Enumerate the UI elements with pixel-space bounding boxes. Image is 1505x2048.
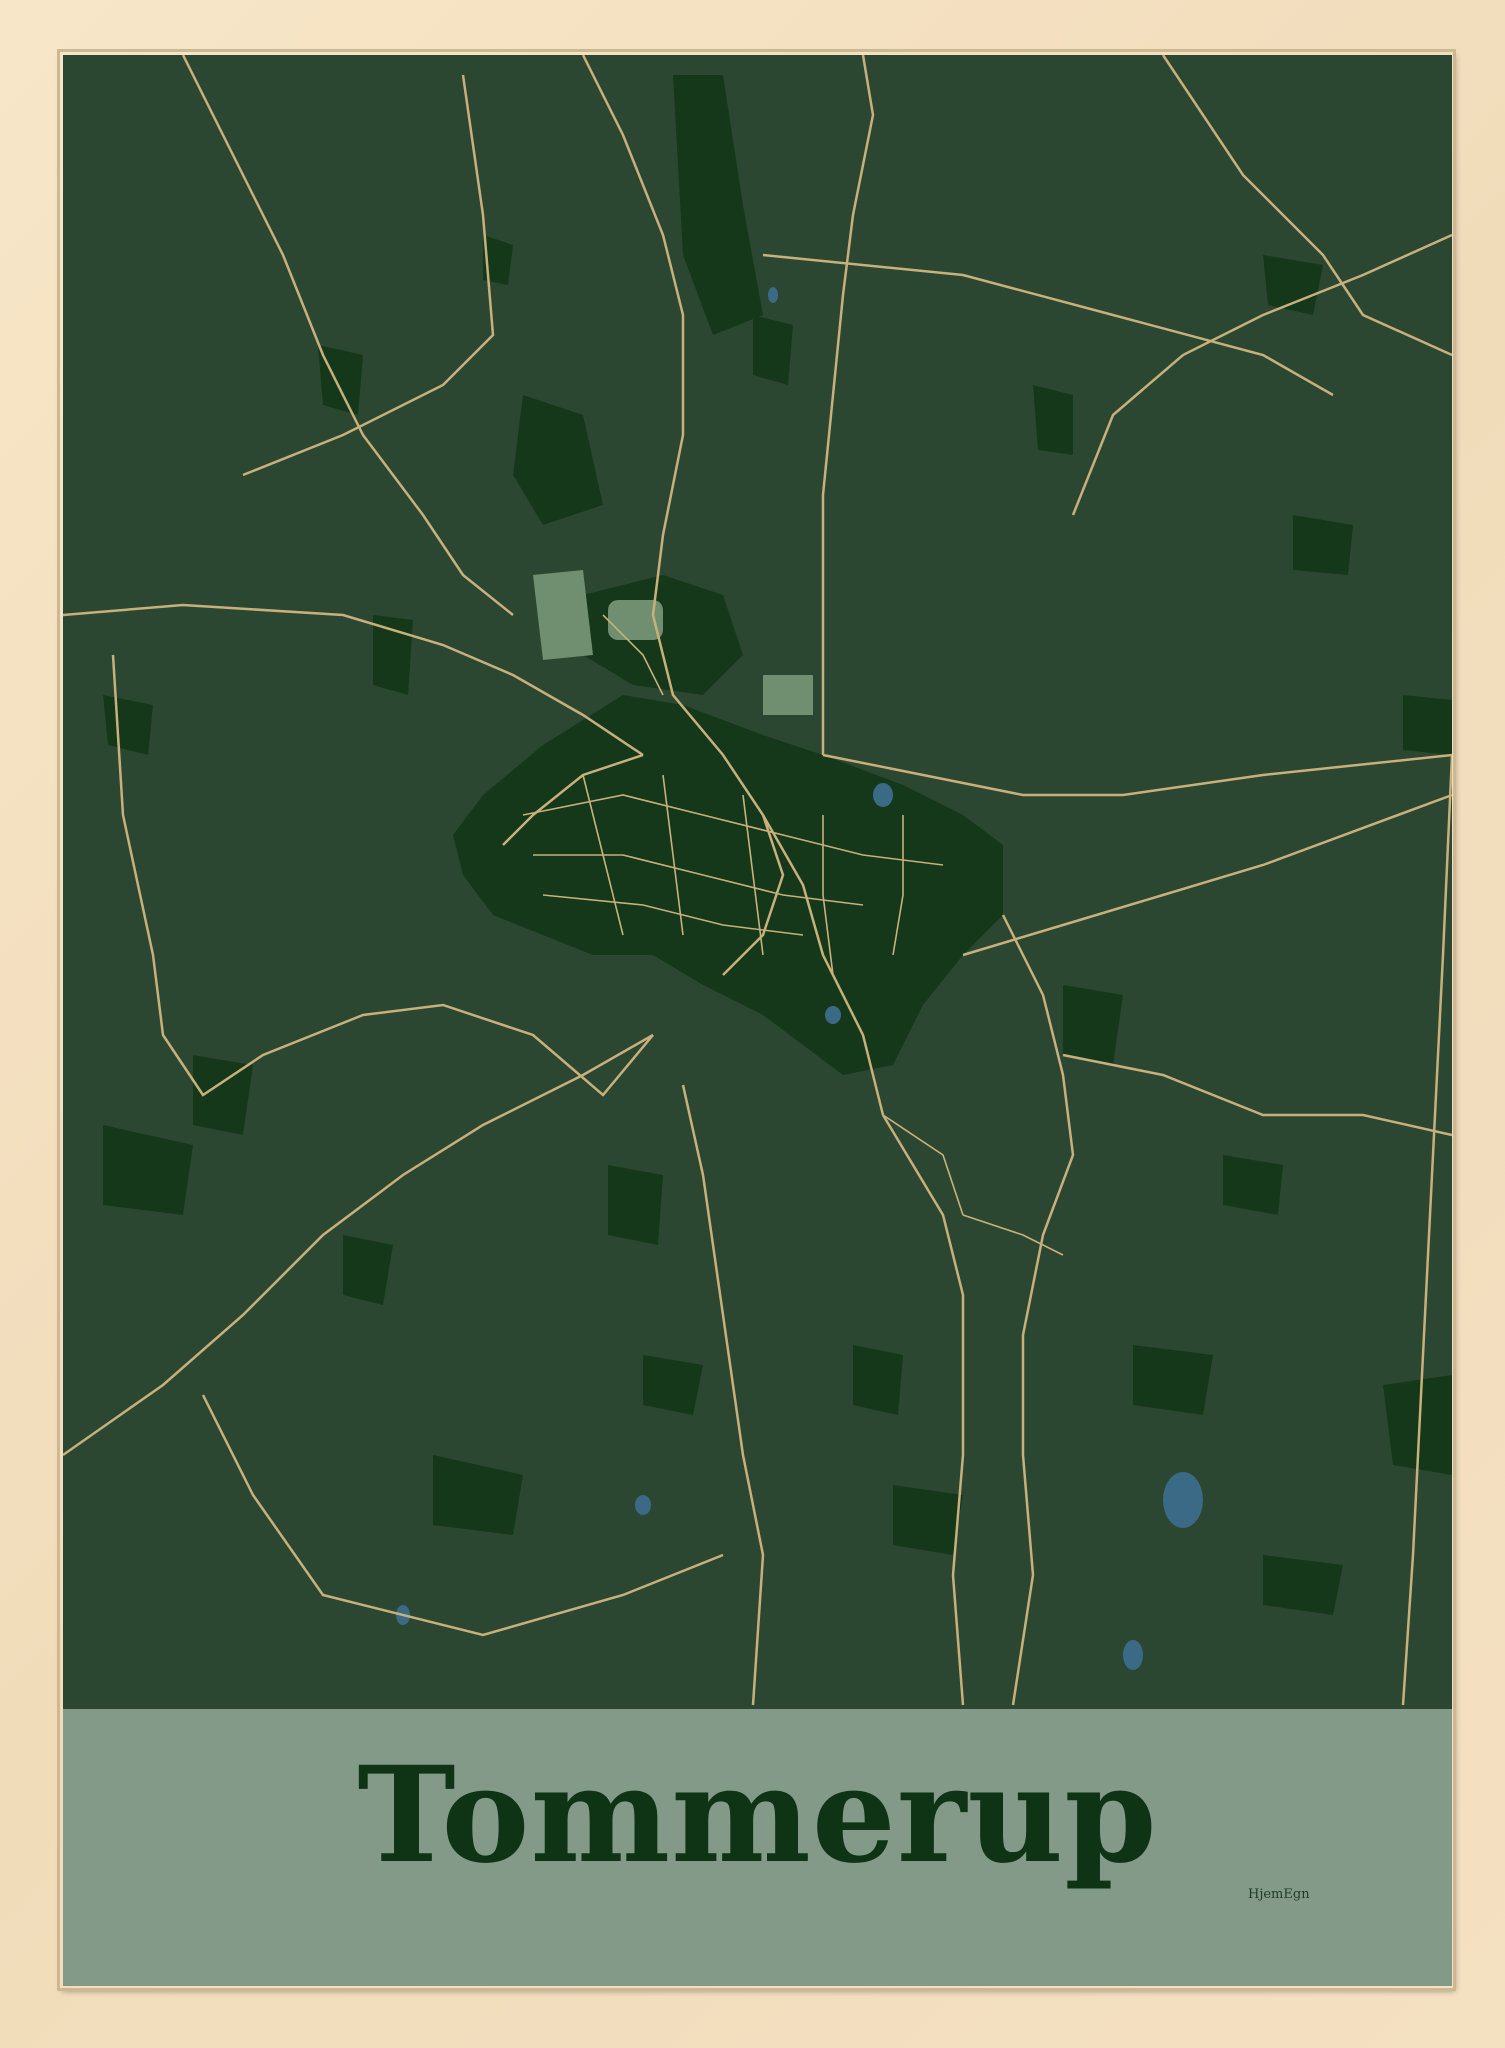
brand-signature: HjemEgn xyxy=(1248,1887,1310,1902)
town-area xyxy=(453,575,1003,1075)
map-poster: Tommerup HjemEgn xyxy=(63,55,1452,1986)
town-map xyxy=(63,55,1452,1706)
place-title: Tommerup xyxy=(357,1738,1158,1893)
